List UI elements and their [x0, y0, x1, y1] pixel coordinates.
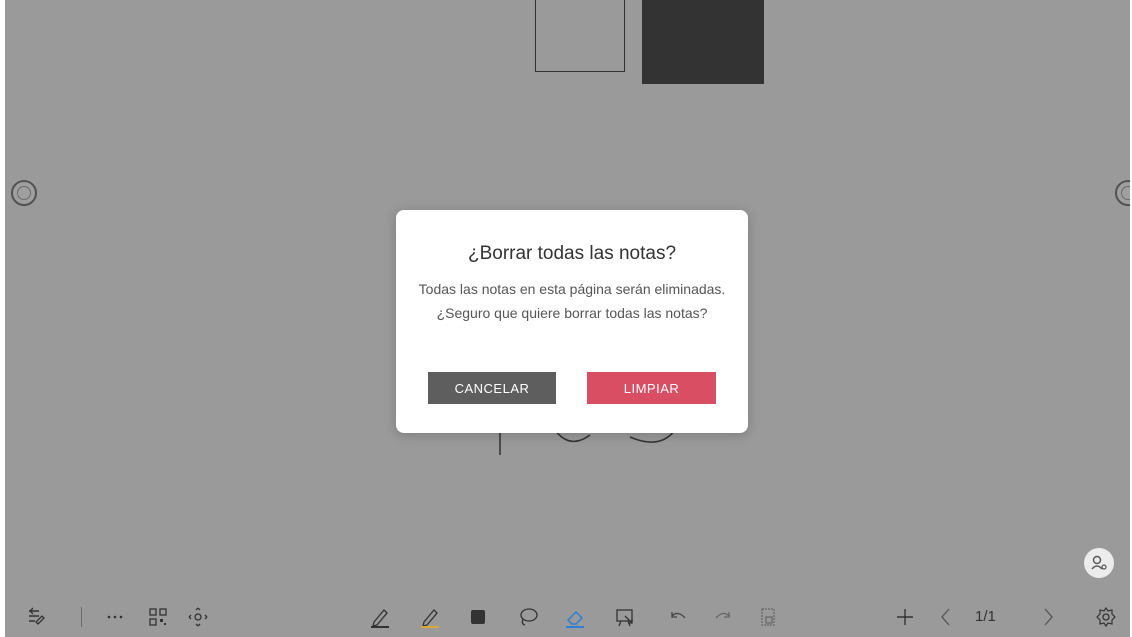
- redo-icon[interactable]: [710, 604, 736, 630]
- eraser-icon[interactable]: [562, 604, 588, 630]
- add-page-icon[interactable]: [892, 604, 918, 630]
- pen-icon[interactable]: [367, 604, 393, 630]
- shape-icon[interactable]: [465, 604, 491, 630]
- highlighter-icon[interactable]: [417, 604, 443, 630]
- move-icon[interactable]: [185, 604, 211, 630]
- qr-code-icon[interactable]: [145, 604, 171, 630]
- cancel-button[interactable]: CANCELAR: [428, 372, 556, 404]
- prev-page-icon[interactable]: [933, 604, 959, 630]
- page-thumbnails-icon[interactable]: [755, 604, 781, 630]
- dialog-message: Todas las notas en esta página serán eli…: [418, 281, 726, 321]
- page-counter: 1/1: [975, 608, 996, 625]
- undo-icon[interactable]: [665, 604, 691, 630]
- bottom-toolbar: 1/1: [5, 597, 1130, 637]
- toolbar-divider: [81, 607, 82, 627]
- lasso-icon[interactable]: [515, 604, 541, 630]
- user-icon[interactable]: [1084, 548, 1114, 578]
- clear-button[interactable]: LIMPIAR: [587, 372, 716, 404]
- clear-notes-dialog: ¿Borrar todas las notas? Todas las notas…: [396, 210, 748, 433]
- settings-icon[interactable]: [1093, 604, 1119, 630]
- next-page-icon[interactable]: [1035, 604, 1061, 630]
- exit-annotation-icon[interactable]: [23, 604, 49, 630]
- dialog-title: ¿Borrar todas las notas?: [467, 243, 677, 264]
- screen-capture-icon[interactable]: [612, 604, 638, 630]
- more-icon[interactable]: [102, 604, 128, 630]
